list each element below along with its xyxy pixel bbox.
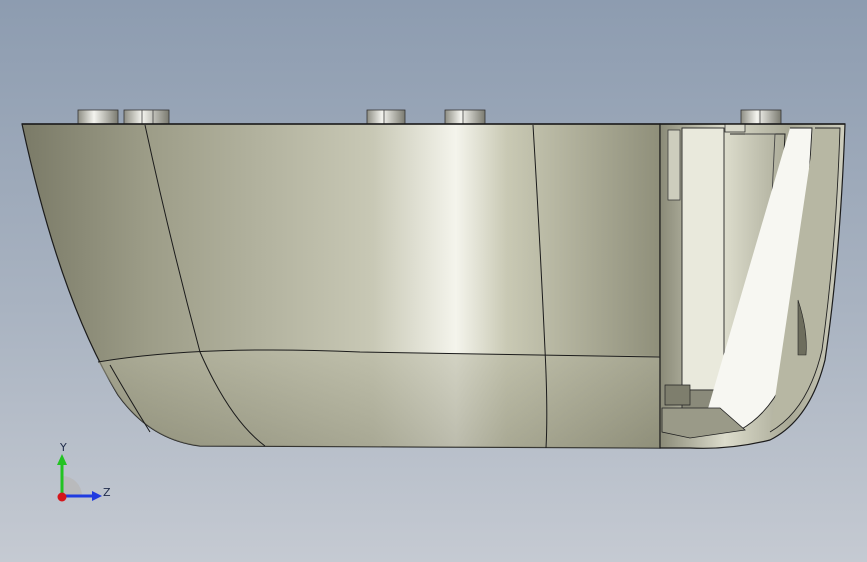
triad-quadrant bbox=[62, 476, 82, 496]
section-cut bbox=[659, 123, 846, 449]
y-arrow-head-icon bbox=[57, 454, 67, 465]
hull-bottom-band bbox=[98, 349, 660, 448]
reference-triad bbox=[57, 454, 102, 502]
boss-1 bbox=[77, 109, 119, 126]
boss-group bbox=[77, 109, 782, 126]
boss-2 bbox=[123, 109, 170, 126]
axis-y-label: Y bbox=[60, 441, 67, 454]
axis-z-label: Z bbox=[103, 486, 111, 499]
origin-dot-icon bbox=[57, 492, 67, 502]
boss-3 bbox=[366, 109, 406, 126]
boss-5 bbox=[740, 109, 782, 126]
graphics-viewport[interactable]: Y Z bbox=[0, 0, 867, 562]
boss-4 bbox=[444, 109, 486, 126]
part-model[interactable] bbox=[0, 0, 867, 562]
z-arrow-head-icon bbox=[92, 491, 102, 501]
